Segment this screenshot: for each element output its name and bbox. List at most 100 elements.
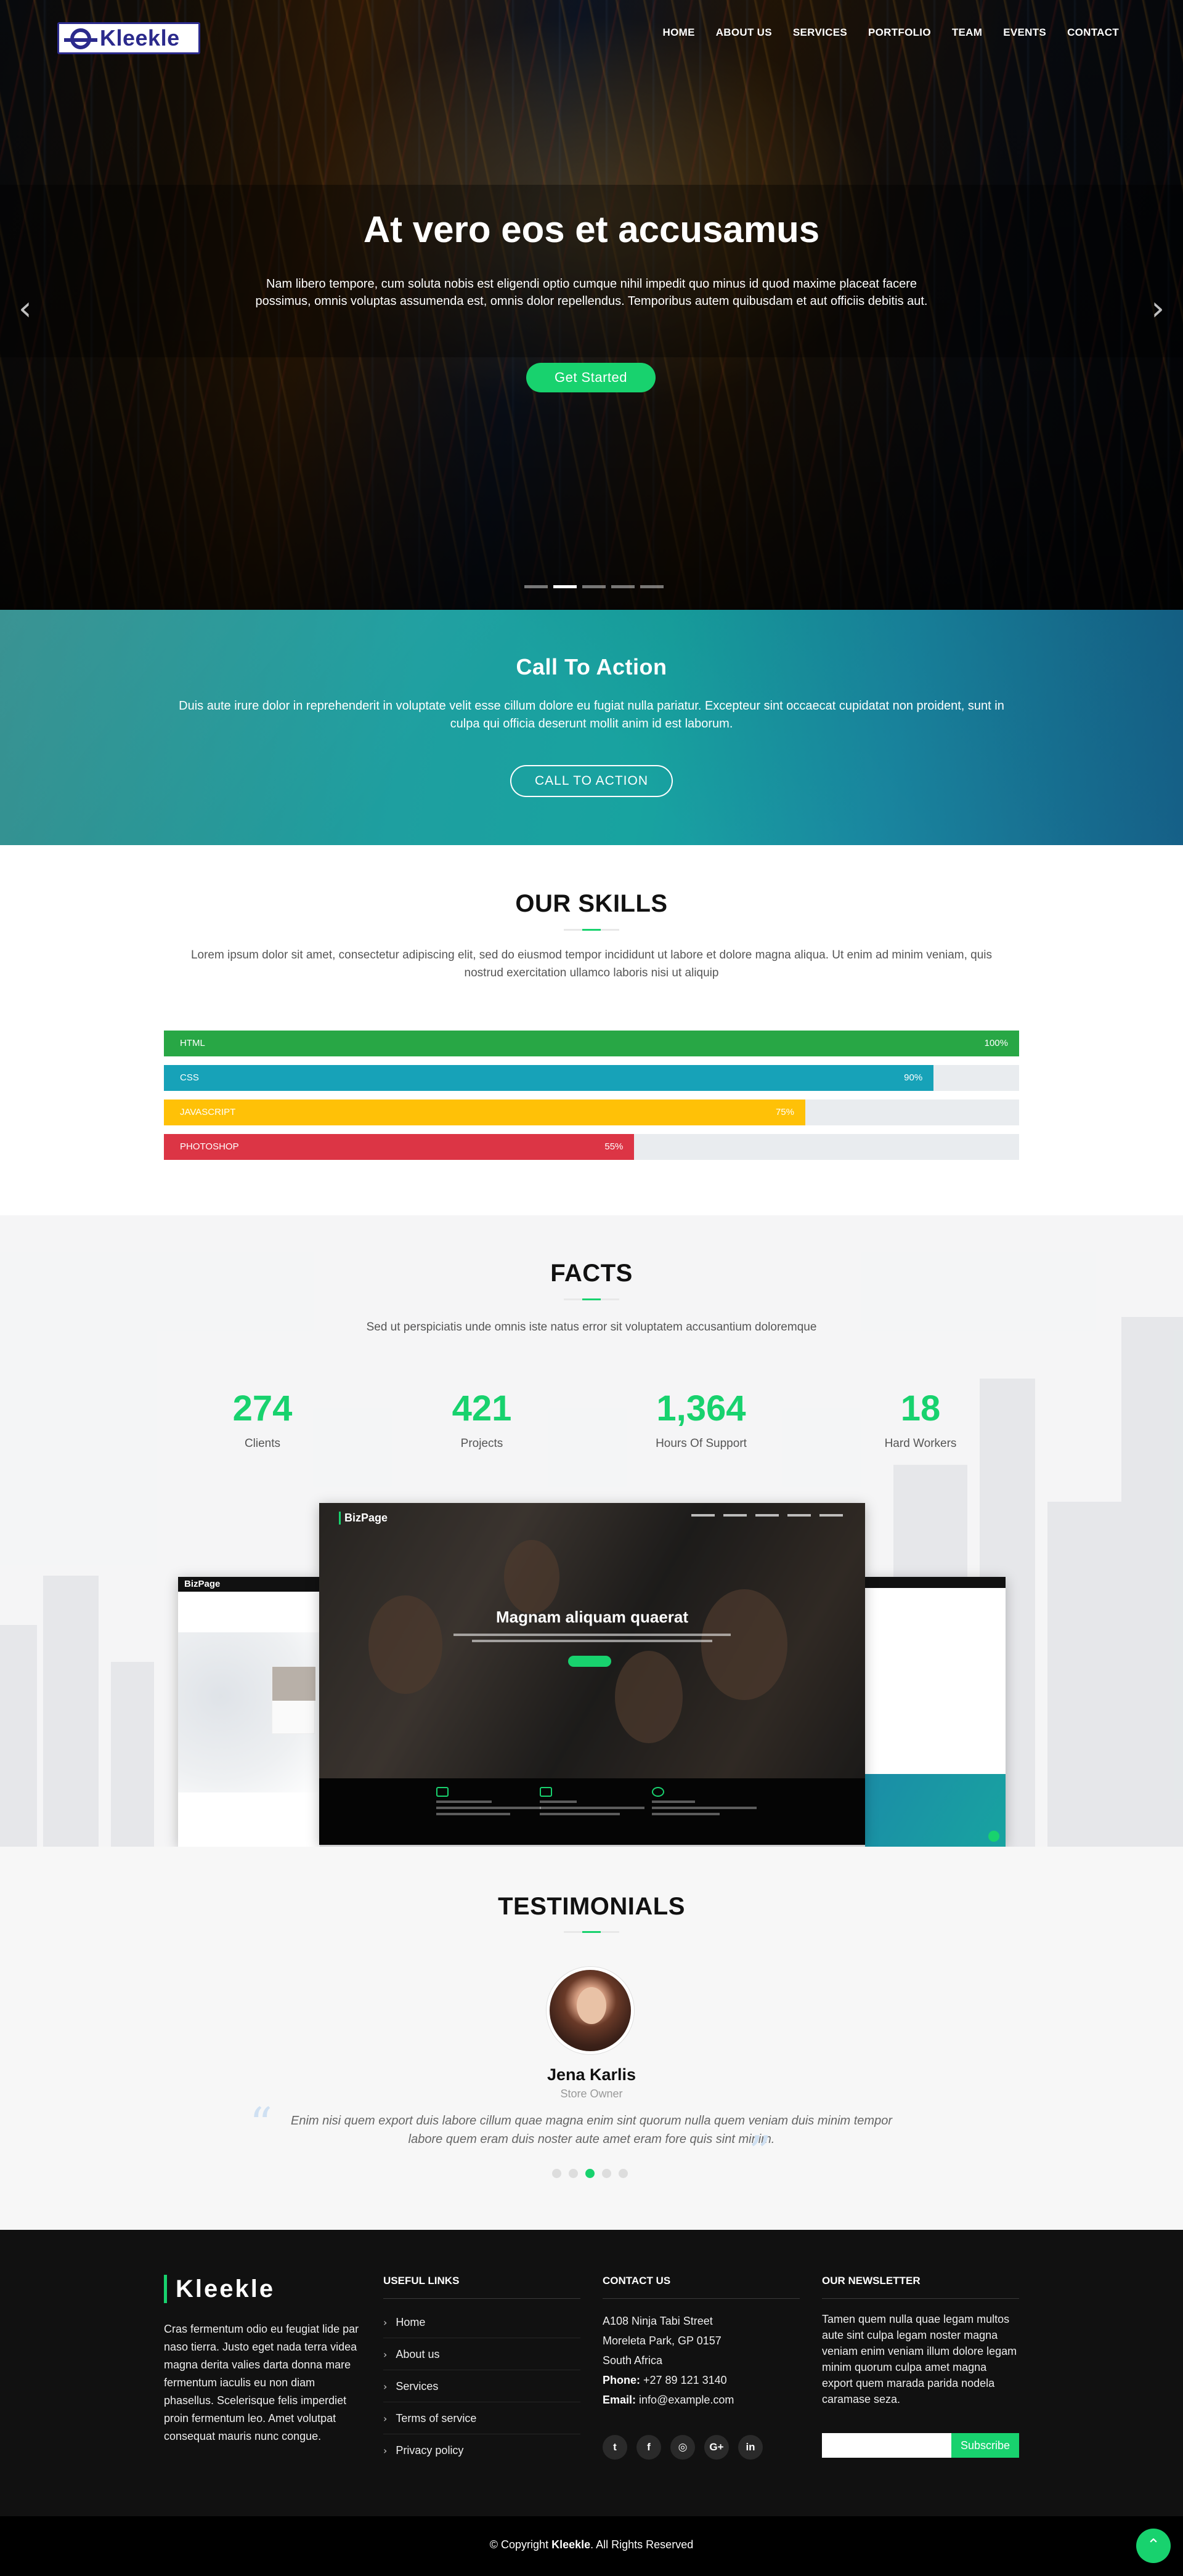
mockup-title: Magnam aliquam quaerat [495, 1608, 689, 1626]
footer-link-terms[interactable]: › Terms of service [383, 2402, 580, 2434]
main-menu: HOME ABOUT US SERVICES PORTFOLIO TEAM EV… [663, 26, 1119, 39]
testimonial-dot[interactable] [602, 2169, 611, 2178]
skill-name: HTML [180, 1038, 205, 1048]
skill-bar-css: CSS 90% [164, 1065, 1019, 1091]
carousel-indicator[interactable] [640, 585, 664, 588]
footer-link-services[interactable]: › Services [383, 2370, 580, 2402]
hero-text: Nam libero tempore, cum soluta nobis est… [255, 277, 928, 308]
skill-bar-fill [164, 1031, 1019, 1056]
footer-link-home[interactable]: › Home [383, 2306, 580, 2338]
newsletter-email-input[interactable] [822, 2433, 951, 2458]
skill-percent: 55% [604, 1141, 624, 1152]
carousel-indicators [524, 585, 664, 588]
testimonial-dot[interactable] [569, 2169, 578, 2178]
chevron-right-icon: › [383, 2349, 388, 2360]
skill-bar-javascript: JAVASCRIPT 75% [164, 1100, 1019, 1125]
chevron-up-icon[interactable]: ⌃ [1136, 2529, 1171, 2563]
contact-details: A108 Ninja Tabi Street Moreleta Park, GP… [603, 2311, 800, 2410]
quote-left-icon: “ [250, 2098, 272, 2150]
chevron-right-icon: › [383, 2317, 388, 2328]
call-to-action-button[interactable]: CALL TO ACTION [510, 765, 673, 797]
footer-brand: Kleekle [164, 2275, 275, 2303]
testimonial-dot[interactable] [619, 2169, 628, 2178]
counter-label: Projects [460, 1437, 503, 1450]
nav-events[interactable]: EVENTS [1003, 26, 1046, 39]
copyright-text: © Copyright Kleekle. All Rights Reserved [489, 2538, 694, 2551]
facebook-icon[interactable]: f [636, 2435, 661, 2460]
email-line: Email: info@example.com [603, 2394, 734, 2406]
address-line: South Africa [603, 2354, 663, 2367]
skill-name: CSS [180, 1072, 199, 1083]
skill-bar-fill [164, 1100, 805, 1125]
address-line: Moreleta Park, GP 0157 [603, 2335, 722, 2347]
testimonial-dot[interactable] [552, 2169, 561, 2178]
get-started-button[interactable]: Get Started [526, 363, 656, 392]
nav-contact[interactable]: CONTACT [1067, 26, 1119, 39]
nav-about-us[interactable]: ABOUT US [716, 26, 772, 39]
facts-description: Sed ut perspiciatis unde omnis iste natu… [366, 1321, 817, 1334]
skills-list: HTML 100% CSS 90% JAVASCRIPT 75% PHOTOSHOP 55% [164, 1031, 1019, 1169]
chevron-right-icon[interactable]: › [1151, 292, 1165, 325]
subscribe-button[interactable]: Subscribe [951, 2433, 1019, 2458]
carousel-indicator[interactable] [582, 585, 606, 588]
counter-label: Hard Workers [884, 1437, 957, 1450]
mockup-left-brand: BizPage [178, 1577, 320, 1592]
nav-portfolio[interactable]: PORTFOLIO [868, 26, 931, 39]
carousel-indicator-active[interactable] [553, 585, 577, 588]
useful-links-list: › Home › About us › Services › Terms of serv… [383, 2306, 580, 2466]
skill-percent: 100% [984, 1038, 1008, 1048]
useful-links-heading: USEFUL LINKS [383, 2275, 580, 2299]
site-header: Kleekle HOME ABOUT US SERVICES PORTFOLIO… [0, 0, 1183, 68]
skills-description: Lorem ipsum dolor sit amet, consectetur … [190, 949, 993, 979]
social-links: t f ◎ G+ in [603, 2435, 763, 2460]
mockup-left-screen: BizPage [178, 1577, 320, 1847]
site-logo[interactable]: Kleekle [57, 22, 200, 54]
nav-team[interactable]: TEAM [952, 26, 982, 39]
testimonial-quote: Enim nisi quem export duis labore cillum… [290, 2114, 892, 2146]
chevron-right-icon: › [383, 2381, 388, 2392]
google-plus-icon[interactable]: G+ [704, 2435, 729, 2460]
cta-title: Call To Action [516, 654, 667, 679]
hero-title: At vero eos et accusamus [363, 209, 820, 250]
counter-clients: 274 [232, 1388, 293, 1428]
address-line: A108 Ninja Tabi Street [603, 2315, 713, 2327]
linkedin-icon[interactable]: in [738, 2435, 763, 2460]
chevron-right-icon: › [383, 2445, 388, 2457]
testimonial-role: Store Owner [560, 2088, 623, 2100]
mockup-brand: BizPage [339, 1512, 388, 1525]
counter-hours-support: 1,364 [656, 1388, 746, 1428]
nav-services[interactable]: SERVICES [793, 26, 847, 39]
chevron-left-icon[interactable]: ‹ [18, 292, 32, 325]
skill-name: JAVASCRIPT [180, 1107, 236, 1117]
skill-bar-fill [164, 1065, 934, 1091]
instagram-icon[interactable]: ◎ [670, 2435, 695, 2460]
avatar [547, 1967, 634, 2054]
twitter-icon[interactable]: t [603, 2435, 627, 2460]
logo-mark-icon [62, 26, 99, 51]
testimonial-name: Jena Karlis [547, 2065, 636, 2084]
chevron-right-icon: › [383, 2413, 388, 2424]
contact-heading: CONTACT US [603, 2275, 800, 2299]
footer-link-about[interactable]: › About us [383, 2338, 580, 2370]
skills-title: OUR SKILLS [515, 890, 668, 917]
counter-label: Hours Of Support [656, 1437, 747, 1450]
newsletter-heading: OUR NEWSLETTER [822, 2275, 1019, 2299]
carousel-indicator[interactable] [524, 585, 548, 588]
counter-label: Clients [244, 1437, 281, 1450]
skill-bar-photoshop: PHOTOSHOP 55% [164, 1134, 1019, 1160]
newsletter-text: Tamen quem nulla quae legam multos aute … [822, 2313, 1017, 2405]
skill-percent: 75% [775, 1107, 794, 1117]
testimonial-pagination [552, 2169, 628, 2178]
carousel-indicator[interactable] [611, 585, 635, 588]
testimonial-dot-active[interactable] [585, 2169, 595, 2178]
testimonials-title-underline [564, 1931, 619, 1933]
facts-title-underline [564, 1298, 619, 1300]
quote-right-icon: ” [749, 2126, 771, 2178]
nav-home[interactable]: HOME [663, 26, 695, 39]
cta-text: Duis aute irure dolor in reprehenderit i… [179, 699, 1004, 731]
phone-line: Phone: +27 89 121 3140 [603, 2374, 727, 2386]
footer-link-privacy[interactable]: › Privacy policy [383, 2434, 580, 2466]
mockup-main-screen: BizPage Magnam aliquam quaerat [319, 1503, 865, 1845]
counter-hard-workers: 18 [900, 1388, 941, 1428]
skill-bar-html: HTML 100% [164, 1031, 1019, 1056]
